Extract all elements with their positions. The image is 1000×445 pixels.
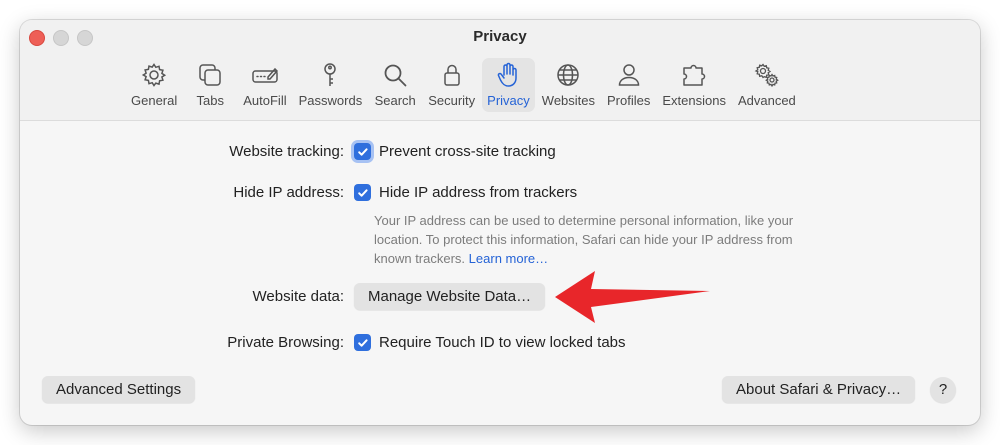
tab-passwords[interactable]: Passwords	[294, 58, 368, 112]
tab-profiles[interactable]: Profiles	[602, 58, 655, 112]
tab-label: Profiles	[607, 93, 651, 108]
tab-label: Websites	[541, 93, 596, 108]
titlebar: Privacy General Tabs AutoFill Passwords …	[20, 20, 980, 121]
tab-general[interactable]: General	[126, 58, 182, 112]
puzzle-icon	[680, 61, 708, 89]
tab-privacy[interactable]: Privacy	[482, 58, 535, 112]
preferences-toolbar: General Tabs AutoFill Passwords Search S…	[125, 58, 802, 116]
prevent-cross-site-tracking-checkbox[interactable]: Prevent cross-site tracking	[354, 143, 556, 160]
checkbox-label: Prevent cross-site tracking	[379, 143, 556, 160]
tab-label: Advanced	[737, 93, 796, 108]
tab-label: Security	[428, 93, 476, 108]
search-icon	[381, 61, 409, 89]
hide-ip-help-text: Your IP address can be used to determine…	[374, 211, 794, 268]
tab-label: Tabs	[196, 93, 224, 108]
tab-autofill[interactable]: AutoFill	[238, 58, 291, 112]
tab-label: Privacy	[487, 93, 530, 108]
person-icon	[615, 61, 643, 89]
hide-ip-label: Hide IP address:	[233, 184, 344, 201]
tab-security[interactable]: Security	[423, 58, 480, 112]
website-tracking-label: Website tracking:	[229, 143, 344, 160]
key-icon	[316, 61, 344, 89]
website-data-control: Manage Website Data…	[354, 283, 546, 310]
about-safari-privacy-button[interactable]: About Safari & Privacy…	[722, 376, 916, 403]
website-data-label: Website data:	[252, 288, 344, 305]
tab-websites[interactable]: Websites	[537, 58, 600, 112]
safari-settings-window: Privacy General Tabs AutoFill Passwords …	[20, 20, 980, 425]
checkbox-label: Hide IP address from trackers	[379, 184, 578, 201]
advanced-settings-button[interactable]: Advanced Settings	[42, 376, 196, 403]
autofill-icon	[251, 61, 279, 89]
tab-label: AutoFill	[243, 93, 287, 108]
require-touch-id-checkbox[interactable]: Require Touch ID to view locked tabs	[354, 334, 626, 351]
tab-extensions[interactable]: Extensions	[657, 58, 731, 112]
hand-icon	[494, 61, 522, 89]
learn-more-link[interactable]: Learn more…	[469, 251, 548, 266]
help-text-body: Your IP address can be used to determine…	[374, 213, 794, 266]
checkmark-icon[interactable]	[354, 184, 371, 201]
tab-search[interactable]: Search	[369, 58, 421, 112]
private-browsing-label: Private Browsing:	[227, 334, 344, 351]
help-button[interactable]: ?	[930, 377, 956, 403]
window-title: Privacy	[473, 28, 527, 45]
gear-icon	[140, 61, 168, 89]
lock-icon	[438, 61, 466, 89]
manage-website-data-button[interactable]: Manage Website Data…	[354, 283, 546, 310]
tab-label: Extensions	[662, 93, 726, 108]
checkmark-icon[interactable]	[354, 334, 371, 351]
tab-label: General	[131, 93, 178, 108]
tab-label: Passwords	[298, 93, 363, 108]
tabs-icon	[196, 61, 224, 89]
tab-advanced[interactable]: Advanced	[733, 58, 801, 112]
red-arrow-annotation	[555, 271, 710, 323]
hide-ip-checkbox[interactable]: Hide IP address from trackers	[354, 184, 577, 201]
tab-tabs[interactable]: Tabs	[184, 58, 236, 112]
checkmark-icon[interactable]	[354, 143, 371, 160]
checkbox-label: Require Touch ID to view locked tabs	[379, 334, 626, 351]
gears-icon	[753, 61, 781, 89]
globe-icon	[554, 61, 582, 89]
tab-label: Search	[374, 93, 416, 108]
privacy-pane: Website tracking: Prevent cross-site tra…	[20, 121, 980, 425]
